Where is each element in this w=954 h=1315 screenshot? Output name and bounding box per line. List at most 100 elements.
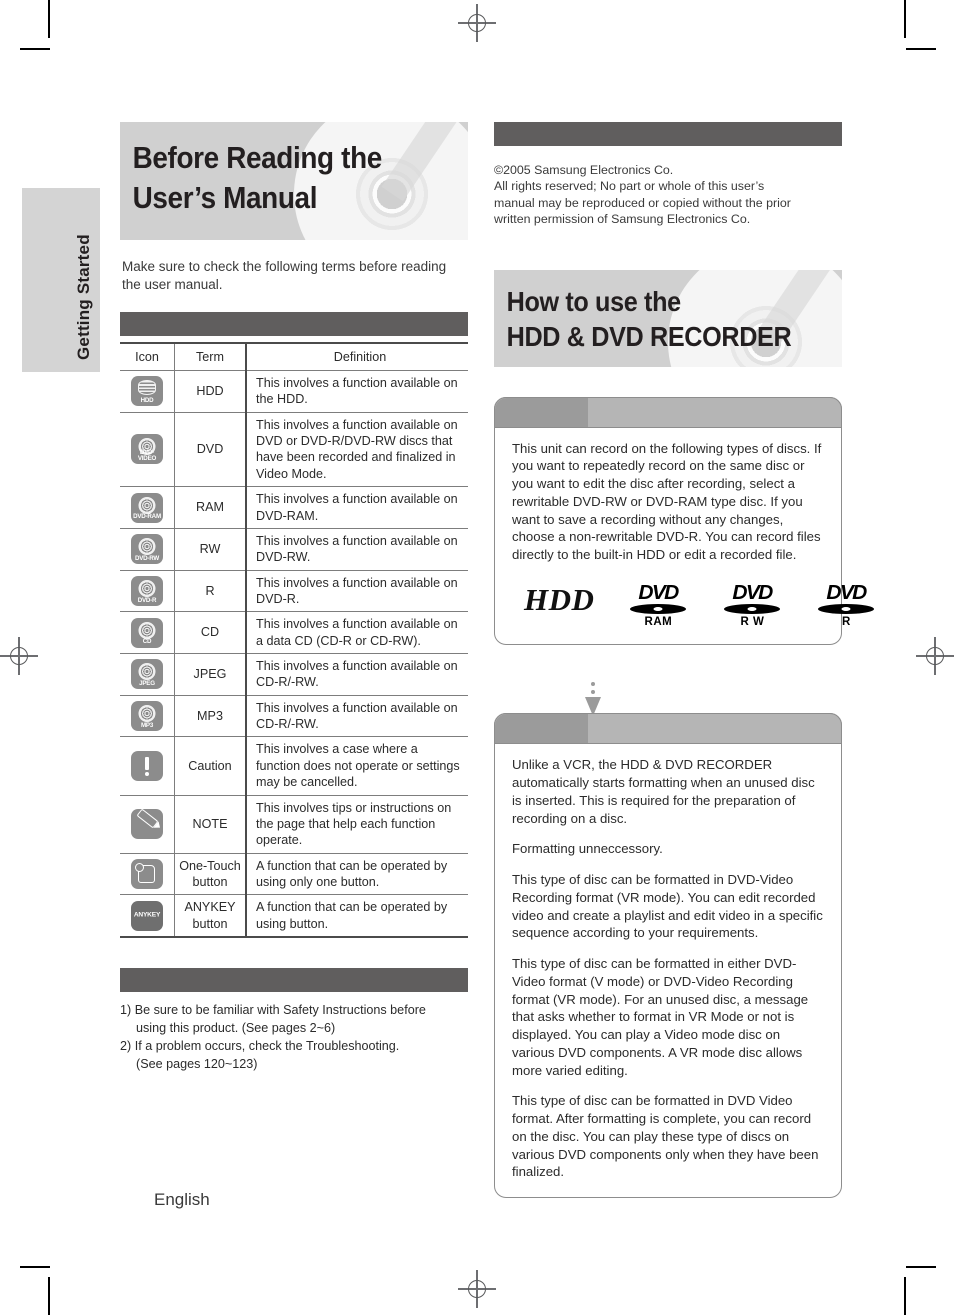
term-cell: HDD xyxy=(174,370,247,413)
copyright-line-1: ©2005 Samsung Electronics Co. xyxy=(494,163,674,177)
copyright-line-3: manual may be reproduced or copied witho… xyxy=(494,195,791,210)
dvd-rw-logo-icon: DVD R W xyxy=(722,583,782,629)
crop-mark-top-right-v xyxy=(904,0,906,38)
step-2-paragraph-2: Formatting unneccessory. xyxy=(512,841,663,857)
definition-cell: A function that can be operated by using… xyxy=(246,853,468,896)
term-cell: RAM xyxy=(174,486,247,529)
column-header-icon: Icon xyxy=(120,342,175,371)
crop-mark-bottom-right-v xyxy=(904,1277,906,1315)
definition-cell: This involves a function available on th… xyxy=(246,370,468,413)
registration-mark-top xyxy=(458,4,496,42)
howto-title-banner: How to use the HDD & DVD RECORDER xyxy=(494,269,842,367)
definition-cell: This involves a function available on a … xyxy=(246,611,468,655)
disc-logo-row: HDD DVD RAM DVD R W DVD R xyxy=(512,582,875,629)
intro-paragraph: Make sure to check the following terms b… xyxy=(122,259,447,292)
term-cell: NOTE xyxy=(174,795,247,854)
howto-title: How to use the HDD & DVD RECORDER xyxy=(494,270,807,356)
copyright-line-4: written permission of Samsung Electronic… xyxy=(494,212,751,227)
terms-section-heading-bar xyxy=(120,311,468,336)
term-cell: JPEG xyxy=(174,653,247,696)
dvd-ram-icon: DVD-RAM xyxy=(131,492,163,523)
note-item-2-cont: (See pages 120~123) xyxy=(136,1056,258,1071)
step-1-box: This unit can record on the following ty… xyxy=(494,396,875,646)
step-1-body: This unit can record on the following ty… xyxy=(512,440,875,629)
definition-cell: This involves a function available on DV… xyxy=(246,412,468,488)
definition-cell: This involves tips or instructions on th… xyxy=(246,795,468,854)
term-cell: DVD xyxy=(174,412,247,488)
page-title-line2: User’s Manual xyxy=(132,179,318,215)
step-2-paragraph-3: This type of disc can be formatted in DV… xyxy=(512,872,823,941)
term-cell: One-Touch button xyxy=(174,853,247,896)
step-2-header xyxy=(494,713,842,745)
one-touch-icon xyxy=(131,858,163,889)
notes-list: 1) Be sure to be familiar with Safety In… xyxy=(120,1002,468,1074)
dvd-rw-icon: DVD-RW xyxy=(131,534,163,565)
registration-mark-bottom xyxy=(458,1270,496,1308)
term-cell: RW xyxy=(174,528,247,571)
hdd-icon: HDD xyxy=(131,376,163,407)
table-row: DVD-RW RW This involves a function avail… xyxy=(120,528,468,571)
crop-mark-top-left-h xyxy=(20,48,50,50)
table-row: DVD-VIDEO DVD This involves a function a… xyxy=(120,412,468,488)
copyright-line-2: All rights reserved; No part or whole of… xyxy=(494,179,765,194)
table-row: MP3 MP3 This involves a function availab… xyxy=(120,695,468,738)
hdd-wordmark-icon: HDD xyxy=(524,582,595,618)
registration-mark-right xyxy=(916,637,954,675)
table-row: JPEG JPEG This involves a function avail… xyxy=(120,653,468,696)
footer-language-label: English xyxy=(154,1190,210,1209)
crop-mark-top-right-h xyxy=(906,48,936,50)
left-column: Before Reading the User’s Manual Make su… xyxy=(120,122,468,1074)
definition-cell: This involves a function available on CD… xyxy=(246,653,468,696)
note-pencil-icon xyxy=(131,808,163,840)
step-1-header xyxy=(494,396,842,428)
definition-cell: This involves a function available on DV… xyxy=(246,528,468,571)
table-row: One-Touch button A function that can be … xyxy=(120,853,468,896)
terms-table: Icon Term Definition HDD HDD This involv… xyxy=(120,341,468,939)
dvd-ram-logo-icon: DVD RAM xyxy=(628,583,688,629)
note-item-1: 1) Be sure to be familiar with Safety In… xyxy=(120,1003,426,1018)
table-header-row: Icon Term Definition xyxy=(120,342,468,371)
dvd-r-logo-icon: DVD R xyxy=(816,583,876,629)
page-title-line1: Before Reading the xyxy=(132,140,383,175)
flow-arrow-down-icon xyxy=(585,682,601,717)
notes-section-heading-bar xyxy=(120,968,468,993)
copyright-heading-bar xyxy=(494,122,842,146)
table-row: ANYKEY ANYKEY button A function that can… xyxy=(120,894,468,938)
dvd-video-icon: DVD-VIDEO xyxy=(131,434,163,465)
table-row: DVD-RAM RAM This involves a function ava… xyxy=(120,486,468,529)
table-row: CD CD This involves a function available… xyxy=(120,611,468,655)
definition-cell: This involves a function available on DV… xyxy=(246,486,468,529)
step-2-paragraph-4: This type of disc can be formatted in ei… xyxy=(512,956,809,1078)
definition-cell: A function that can be operated by using… xyxy=(256,900,448,931)
howto-title-line2: HDD & DVD RECORDER xyxy=(506,321,792,353)
registration-mark-left xyxy=(0,637,38,675)
chapter-side-tab-label: Getting Started xyxy=(74,234,93,360)
term-cell: CD xyxy=(174,611,247,655)
crop-mark-bottom-left-h xyxy=(20,1266,50,1268)
table-row: HDD HDD This involves a function availab… xyxy=(120,370,468,413)
dvd-r-icon: DVD-R xyxy=(131,575,163,606)
definition-cell: This involves a function available on DV… xyxy=(246,570,468,613)
note-item-1-cont: using this product. (See pages 2~6) xyxy=(136,1020,336,1035)
column-header-term: Term xyxy=(174,342,247,371)
page-title-banner: Before Reading the User’s Manual xyxy=(120,122,468,240)
definition-cell: This involves a case where a function do… xyxy=(246,736,468,796)
howto-title-line1: How to use the xyxy=(506,285,682,317)
jpeg-icon: JPEG xyxy=(131,659,163,690)
term-cell: MP3 xyxy=(174,695,247,738)
step-2-paragraph-1: Unlike a VCR, the HDD & DVD RECORDER aut… xyxy=(512,757,815,826)
note-item-2: 2) If a problem occurs, check the Troubl… xyxy=(120,1038,400,1053)
term-cell: R xyxy=(174,570,247,613)
table-row: Caution This involves a case where a fun… xyxy=(120,736,468,796)
step-2-body: Unlike a VCR, the HDD & DVD RECORDER aut… xyxy=(512,756,824,1181)
right-column: ©2005 Samsung Electronics Co. All rights… xyxy=(494,122,875,1198)
definition-cell: This involves a function available on CD… xyxy=(246,695,468,738)
mp3-icon: MP3 xyxy=(131,701,163,732)
crop-mark-top-left-v xyxy=(48,0,50,38)
table-row: NOTE This involves tips or instructions … xyxy=(120,795,468,854)
step-2-tag-label xyxy=(495,714,588,743)
page-title: Before Reading the User’s Manual xyxy=(120,122,433,217)
term-cell: ANYKEY button xyxy=(174,894,247,938)
step-1-tag-label xyxy=(495,398,588,427)
column-header-definition: Definition xyxy=(246,342,468,371)
